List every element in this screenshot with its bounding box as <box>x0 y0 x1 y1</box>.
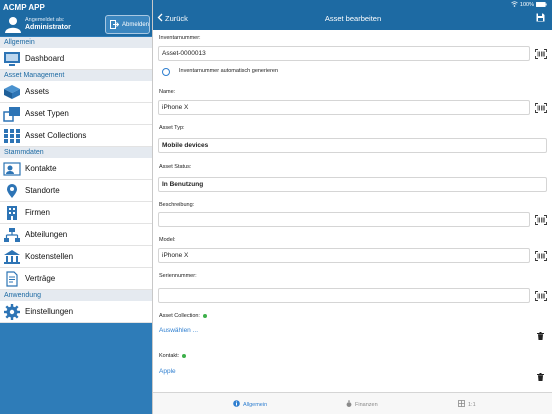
user-label: Angemeldet als: <box>25 17 65 23</box>
barcode-scan-icon[interactable] <box>535 103 547 113</box>
user-name: Administrator <box>25 24 71 31</box>
inventory-field[interactable]: Asset-0000013 <box>158 46 530 61</box>
tab-finanzen[interactable]: Finanzen <box>346 400 378 409</box>
model-label: Model: <box>159 237 176 243</box>
sidebar-item-label: Standorte <box>25 186 60 195</box>
sidebar-item-label: Einstellungen <box>25 307 74 316</box>
asset-types-icon <box>3 105 21 123</box>
gear-icon <box>3 303 21 321</box>
location-icon <box>3 182 21 200</box>
contact-label-text: Kontakt: <box>159 353 180 359</box>
barcode-scan-icon[interactable] <box>535 215 547 225</box>
asset-type-select[interactable]: Mobile devices <box>158 138 547 153</box>
tab-relations[interactable]: 1:1 <box>458 400 476 409</box>
sidebar-item-locations[interactable]: Standorte <box>0 180 152 202</box>
wifi-icon <box>511 1 518 9</box>
asset-type-label: Asset Typ: <box>159 125 185 131</box>
logout-icon <box>110 20 119 29</box>
company-icon <box>3 204 21 222</box>
sidebar-item-settings[interactable]: Einstellungen <box>0 301 152 323</box>
tab-label: Finanzen <box>355 401 378 408</box>
asset-collection-select-link[interactable]: Auswählen ... <box>159 327 198 334</box>
asset-collections-icon <box>3 127 21 145</box>
assets-icon <box>3 83 21 101</box>
app-title: ACMP APP <box>3 3 45 12</box>
sidebar-item-label: Asset Typen <box>25 109 69 118</box>
save-icon[interactable] <box>536 13 545 24</box>
status-bar-right: 100% <box>511 1 547 9</box>
sidebar-item-cost-centers[interactable]: Kostenstellen <box>0 246 152 268</box>
contracts-icon <box>3 270 21 288</box>
logout-button[interactable]: Abmelden <box>105 15 150 34</box>
main-panel: 100% Zurück Asset bearbeiten Inventarnum… <box>152 0 552 414</box>
contact-label: Kontakt: <box>159 353 187 359</box>
money-bag-icon <box>346 400 352 409</box>
section-header-asset-management: Asset Management <box>0 70 152 81</box>
sidebar-item-departments[interactable]: Abteilungen <box>0 224 152 246</box>
trash-icon[interactable] <box>537 373 544 383</box>
sidebar-item-label: Abteilungen <box>25 230 68 239</box>
serial-label: Seriennummer: <box>159 273 197 279</box>
cost-center-icon <box>3 248 21 266</box>
sidebar-item-dashboard[interactable]: Dashboard <box>0 48 152 70</box>
status-dot <box>202 313 207 318</box>
auto-generate-label: Inventarnummer automatisch generieren <box>179 68 279 74</box>
contact-link[interactable]: Apple <box>159 368 176 375</box>
logout-label: Abmelden <box>122 21 150 28</box>
sidebar: ACMP APP Angemeldet als: Administrator A… <box>0 0 152 414</box>
name-field[interactable]: iPhone X <box>158 100 530 115</box>
asset-status-select[interactable]: In Benutzung <box>158 177 547 192</box>
navigation-bar: 100% Zurück Asset bearbeiten <box>153 0 552 30</box>
contacts-icon <box>3 160 21 178</box>
info-icon <box>233 400 240 409</box>
description-field[interactable] <box>158 212 530 227</box>
asset-status-label: Asset Status: <box>159 164 192 170</box>
sidebar-menu: Allgemein Dashboard Asset Management Ass… <box>0 37 152 323</box>
auto-generate-radio[interactable] <box>162 68 170 76</box>
tab-label: Allgemein <box>243 401 268 408</box>
sidebar-item-label: Assets <box>25 87 50 96</box>
asset-collection-label-text: Asset Collection: <box>159 313 200 319</box>
sidebar-item-label: Kontakte <box>25 164 57 173</box>
barcode-scan-icon[interactable] <box>535 251 547 261</box>
page-title: Asset bearbeiten <box>324 14 382 23</box>
sidebar-item-asset-collections[interactable]: Asset Collections <box>0 125 152 147</box>
sidebar-item-asset-types[interactable]: Asset Typen <box>0 103 152 125</box>
model-field[interactable]: iPhone X <box>158 248 530 263</box>
battery-icon <box>536 1 547 9</box>
sidebar-item-contacts[interactable]: Kontakte <box>0 158 152 180</box>
battery-percent: 100% <box>519 2 534 8</box>
sidebar-item-contracts[interactable]: Verträge <box>0 268 152 290</box>
trash-icon[interactable] <box>537 332 544 342</box>
description-label: Beschreibung: <box>159 202 195 208</box>
tab-allgemein[interactable]: Allgemein <box>233 400 267 409</box>
status-dot <box>182 353 187 358</box>
sidebar-item-label: Kostenstellen <box>25 252 74 261</box>
sidebar-item-label: Dashboard <box>25 54 65 63</box>
sidebar-item-label: Firmen <box>25 208 50 217</box>
dashboard-icon <box>3 50 21 68</box>
section-header-anwendung: Anwendung <box>0 290 152 301</box>
section-header-allgemein: Allgemein <box>0 37 152 48</box>
user-icon <box>4 15 22 35</box>
sidebar-item-label: Verträge <box>25 274 56 283</box>
departments-icon <box>3 226 21 244</box>
barcode-scan-icon[interactable] <box>535 49 547 59</box>
tab-bar: Allgemein Finanzen 1:1 <box>153 392 552 414</box>
serial-field[interactable] <box>158 288 530 303</box>
table-icon <box>458 400 465 409</box>
section-header-stammdaten: Stammdaten <box>0 147 152 158</box>
sidebar-item-companies[interactable]: Firmen <box>0 202 152 224</box>
sidebar-item-assets[interactable]: Assets <box>0 81 152 103</box>
name-label: Name: <box>159 89 176 95</box>
sidebar-item-label: Asset Collections <box>25 131 87 140</box>
tab-label: 1:1 <box>468 401 476 408</box>
barcode-scan-icon[interactable] <box>535 291 547 301</box>
sidebar-header: ACMP APP Angemeldet als: Administrator A… <box>0 0 152 36</box>
inventory-label: Inventarnummer: <box>159 35 201 41</box>
asset-collection-label: Asset Collection: <box>159 313 207 319</box>
